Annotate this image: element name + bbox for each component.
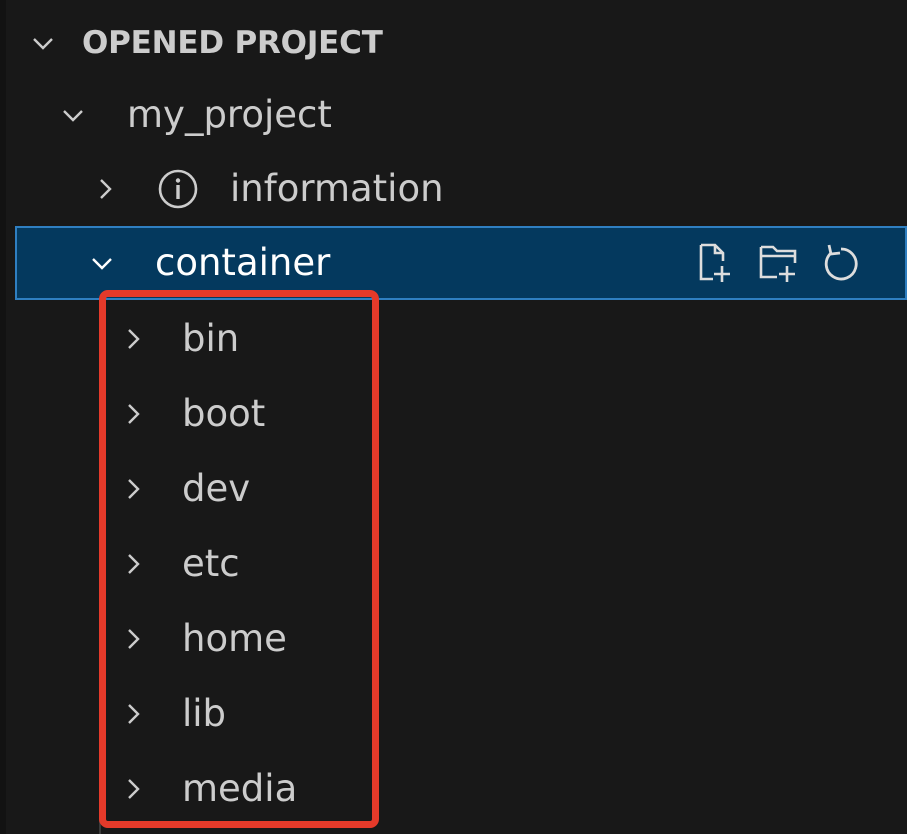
chevron-down-icon bbox=[60, 102, 86, 128]
chevron-right-icon bbox=[120, 401, 146, 427]
tree-item-container[interactable]: container bbox=[15, 226, 907, 300]
section-header-opened-project[interactable]: OPENED PROJECT bbox=[0, 8, 907, 78]
tree-item-label: lib bbox=[182, 692, 227, 735]
tree-item-my-project[interactable]: my_project bbox=[0, 78, 907, 152]
chevron-right-icon bbox=[120, 326, 146, 352]
chevron-right-icon bbox=[120, 626, 146, 652]
chevron-right-icon bbox=[92, 176, 118, 202]
tree-item-bin[interactable]: bin bbox=[0, 302, 907, 376]
tree-item-lib[interactable]: lib bbox=[0, 677, 907, 751]
chevron-down-icon bbox=[89, 250, 115, 276]
chevron-down-icon bbox=[30, 30, 56, 56]
tree-item-label: container bbox=[155, 241, 331, 284]
inline-actions bbox=[693, 228, 865, 298]
info-icon bbox=[157, 168, 199, 210]
tree-item-label: information bbox=[230, 167, 444, 210]
chevron-right-icon bbox=[120, 776, 146, 802]
tree-item-media[interactable]: media bbox=[0, 752, 907, 826]
chevron-right-icon bbox=[120, 551, 146, 577]
section-title: OPENED PROJECT bbox=[82, 25, 383, 61]
tree-item-boot[interactable]: boot bbox=[0, 377, 907, 451]
refresh-icon[interactable] bbox=[817, 239, 865, 287]
tree-item-label: media bbox=[182, 767, 298, 810]
tree-item-label: etc bbox=[182, 542, 240, 585]
tree-item-label: home bbox=[182, 617, 287, 660]
tree-item-label: my_project bbox=[127, 93, 332, 136]
new-file-icon[interactable] bbox=[693, 239, 741, 287]
tree-item-information[interactable]: information bbox=[0, 152, 907, 226]
new-folder-icon[interactable] bbox=[755, 239, 803, 287]
chevron-right-icon bbox=[120, 476, 146, 502]
tree-item-label: bin bbox=[182, 317, 240, 360]
tree-item-label: boot bbox=[182, 392, 266, 435]
explorer-panel: OPENED PROJECT my_project information co… bbox=[0, 0, 907, 834]
tree-item-etc[interactable]: etc bbox=[0, 527, 907, 601]
chevron-right-icon bbox=[120, 701, 146, 727]
tree-item-label: dev bbox=[182, 467, 251, 510]
tree-item-dev[interactable]: dev bbox=[0, 452, 907, 526]
tree-item-home[interactable]: home bbox=[0, 602, 907, 676]
